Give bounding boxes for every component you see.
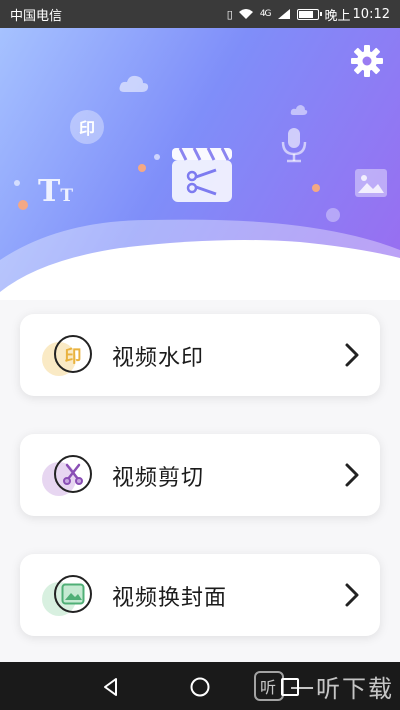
hero-wave xyxy=(0,219,400,300)
home-icon[interactable] xyxy=(189,676,211,698)
back-icon[interactable] xyxy=(100,676,122,698)
network-type: 4G xyxy=(259,9,272,19)
scissors-icon xyxy=(54,455,92,493)
chevron-right-icon xyxy=(345,583,359,607)
clock: 10:12 xyxy=(352,6,390,22)
scissors-glyph xyxy=(63,463,83,485)
microphone-icon xyxy=(281,128,307,163)
stamp-icon-letter: 印 xyxy=(64,346,82,367)
chevron-right-icon xyxy=(345,343,359,367)
decor-dot xyxy=(312,184,320,192)
menu-item-label: 视频水印 xyxy=(112,346,205,371)
stamp-icon: 印 xyxy=(54,335,92,373)
signal-icon xyxy=(277,9,290,19)
site-watermark: 听 一听下载 xyxy=(254,668,394,704)
image-glyph xyxy=(61,583,85,605)
watermark-logo: 听 xyxy=(254,671,284,701)
system-nav-bar: 听 一听下载 xyxy=(0,662,400,710)
status-bar: 中国电信 ▯ 4G 晚上 10:12 xyxy=(0,0,400,28)
status-indicators: ▯ 4G 晚上 10:12 xyxy=(227,5,390,24)
vibrate-icon: ▯ xyxy=(226,7,233,21)
menu-item-label: 视频换封面 xyxy=(112,586,228,611)
carrier-label: 中国电信 xyxy=(10,8,63,24)
menu-item-video-cut[interactable]: 视频剪切 xyxy=(20,434,380,516)
wifi-icon xyxy=(238,9,253,19)
decor-dot xyxy=(138,164,146,172)
battery-icon xyxy=(296,8,322,20)
image-icon xyxy=(54,575,92,613)
time-prefix: 晚上 xyxy=(324,8,351,24)
stamp-letter: 印 xyxy=(78,119,95,138)
hero-header: 印 TT xyxy=(0,28,400,300)
image-icon xyxy=(355,169,387,197)
decor-dot xyxy=(14,180,20,186)
gear-icon[interactable] xyxy=(350,44,384,78)
cloud-icon xyxy=(290,105,308,115)
menu-item-video-watermark[interactable]: 印 视频水印 xyxy=(20,314,380,396)
cloud-icon xyxy=(119,75,149,92)
menu-item-label: 视频剪切 xyxy=(112,466,205,491)
watermark-text: 一听下载 xyxy=(290,674,394,703)
stamp-icon: 印 xyxy=(70,110,104,144)
chevron-right-icon xyxy=(345,463,359,487)
clapperboard-scissors-icon xyxy=(172,147,232,202)
decor-dot xyxy=(154,154,160,160)
menu-item-video-cover[interactable]: 视频换封面 xyxy=(20,554,380,636)
